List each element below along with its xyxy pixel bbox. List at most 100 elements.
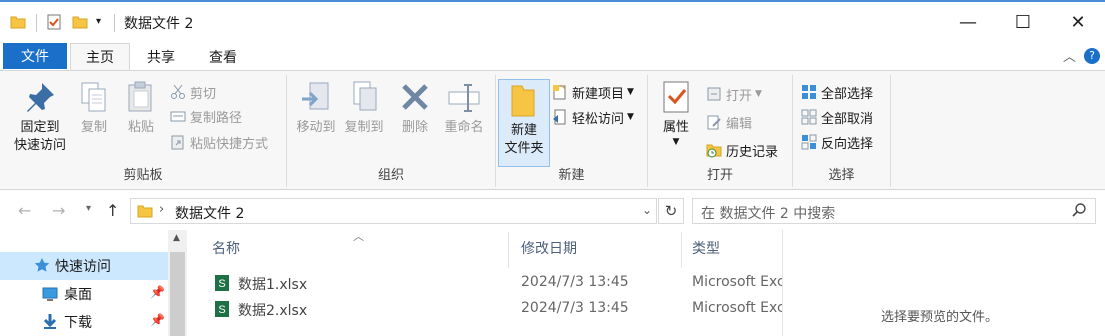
search-icon[interactable] [1071,202,1087,222]
edit-button[interactable]: 编辑 [706,111,752,133]
column-header-modified[interactable]: 修改日期 [521,238,577,258]
tab-file[interactable]: 文件 [3,43,67,69]
address-bar[interactable]: › 数据文件 2 ⌄ [130,198,657,224]
close-button[interactable]: ✕ [1055,2,1101,42]
cut-label: 剪切 [190,86,217,102]
tab-share[interactable]: 共享 [133,43,189,70]
select-none-icon [801,109,817,125]
open-label: 打开 [726,88,753,104]
invert-selection-button[interactable]: 反向选择 [801,131,873,153]
maximize-button[interactable]: ☐ [1000,2,1046,42]
maximize-icon: ☐ [1014,11,1032,33]
collapse-ribbon-icon[interactable]: ︿ [1063,46,1076,65]
nav-label: 快速访问 [55,259,111,275]
nav-item-desktop[interactable]: 桌面 📌 [0,280,168,308]
rename-icon [446,79,482,115]
copy-to-label: 复制到 [344,120,384,135]
open-button[interactable]: 打开 ▼ [706,83,762,105]
invert-selection-icon [801,134,817,150]
window-title: 数据文件 2 [124,16,194,32]
select-none-label: 全部取消 [821,111,874,127]
paste-button[interactable]: 粘贴 [120,79,162,137]
scroll-up-icon[interactable]: ▲ [173,233,180,243]
paste-label: 粘贴 [127,120,154,135]
pin-quick-access-button[interactable]: 固定到 快速访问 [8,79,72,155]
minimize-button[interactable]: — [945,2,991,42]
nav-scrollbar[interactable]: ▲ [168,230,187,336]
column-header-type[interactable]: 类型 [692,238,720,258]
search-placeholder: 在 数据文件 2 中搜索 [701,206,836,222]
forward-arrow-icon[interactable]: → [52,201,65,220]
new-folder-button[interactable]: 新建 文件夹 [498,79,550,167]
easy-access-button[interactable]: 轻松访问 ▼ [552,106,634,128]
select-group-label: 选择 [828,168,855,183]
copy-to-icon [346,79,382,115]
nav-label: 下载 [64,315,92,331]
refresh-button[interactable]: ↻ [658,198,684,224]
delete-icon [397,79,433,115]
scroll-thumb[interactable] [170,252,185,336]
pin-icon[interactable]: 📌 [150,313,165,327]
scissors-icon [170,84,186,100]
tab-home[interactable]: 主页 [70,43,130,70]
excel-file-icon: S [214,300,230,322]
up-arrow-icon[interactable]: ↑ [106,201,119,220]
help-icon[interactable]: ? [1084,48,1100,64]
file-row[interactable]: S 数据2.xlsx 2024/7/3 13:45 Microsoft Exce… [208,296,782,322]
select-none-button[interactable]: 全部取消 [801,106,873,128]
move-to-icon [298,79,334,115]
organize-group: 移动到 复制到 删除 重命名 组织 [287,75,496,187]
select-all-button[interactable]: 全部选择 [801,81,873,103]
breadcrumb-current[interactable]: 数据文件 2 [175,203,244,223]
copy-to-button[interactable]: 复制到 [339,79,389,137]
open-group: 属性 ▼ 打开 ▼ 编辑 历史记录 打开 [648,75,793,187]
rename-label: 重命名 [444,120,484,135]
file-name: 数据2.xlsx [238,303,308,319]
copy-path-icon [170,108,186,124]
customize-quick-access-icon[interactable]: ▾ [96,16,101,27]
pin-icon [22,79,58,115]
ribbon-tabs: 文件 主页 共享 查看 ︿ ? [0,42,1105,70]
file-list: ︿ 名称 修改日期 类型 S 数据1.xlsx 2024/7/3 13:45 M… [188,230,782,336]
nav-item-quick-access[interactable]: 快速访问 [0,252,168,280]
new-folder-quick-icon[interactable] [72,14,88,34]
edit-icon [706,114,722,130]
close-icon: ✕ [1070,11,1086,33]
paste-shortcut-icon [170,134,186,150]
address-dropdown-icon[interactable]: ⌄ [642,203,652,217]
address-row: ← → ▾ ↑ › 数据文件 2 ⌄ ↻ 在 数据文件 2 中搜索 [0,193,1105,229]
delete-button[interactable]: 删除 [397,79,433,137]
copy-path-button[interactable]: 复制路径 [170,105,242,127]
new-group-label: 新建 [558,168,585,183]
svg-text:S: S [218,278,225,290]
file-row[interactable]: S 数据1.xlsx 2024/7/3 13:45 Microsoft Exce… [208,270,782,296]
properties-quick-icon[interactable] [46,14,62,34]
cut-button[interactable]: 剪切 [170,81,216,103]
copy-button[interactable]: 复制 [74,79,114,137]
column-divider [681,232,682,268]
properties-button[interactable]: 属性 ▼ [658,79,694,147]
pin-icon[interactable]: 📌 [150,285,165,299]
minimize-icon: — [959,11,977,33]
history-label: 历史记录 [726,144,779,160]
search-input[interactable]: 在 数据文件 2 中搜索 [692,198,1096,224]
move-to-label: 移动到 [296,120,336,135]
folder-icon [137,203,153,223]
select-group: 全部选择 全部取消 反向选择 选择 [793,75,891,187]
back-arrow-icon[interactable]: ← [18,201,31,220]
breadcrumb-chevron-icon[interactable]: › [159,202,164,217]
file-type: Microsoft Excel [692,274,782,290]
easy-access-icon [552,109,568,125]
nav-label: 桌面 [64,287,92,303]
tab-view[interactable]: 查看 [193,43,253,70]
paste-shortcut-button[interactable]: 粘贴快捷方式 [170,131,268,153]
dropdown-arrow-icon: ▼ [627,87,634,97]
move-to-button[interactable]: 移动到 [291,79,341,137]
recent-locations-icon[interactable]: ▾ [86,203,91,214]
delete-label: 删除 [401,120,428,135]
column-header-name[interactable]: 名称 [212,238,240,258]
rename-button[interactable]: 重命名 [439,79,489,137]
new-item-button[interactable]: 新建项目 ▼ [552,81,634,103]
history-button[interactable]: 历史记录 [706,139,778,161]
nav-item-downloads[interactable]: 下载 📌 [0,308,168,336]
